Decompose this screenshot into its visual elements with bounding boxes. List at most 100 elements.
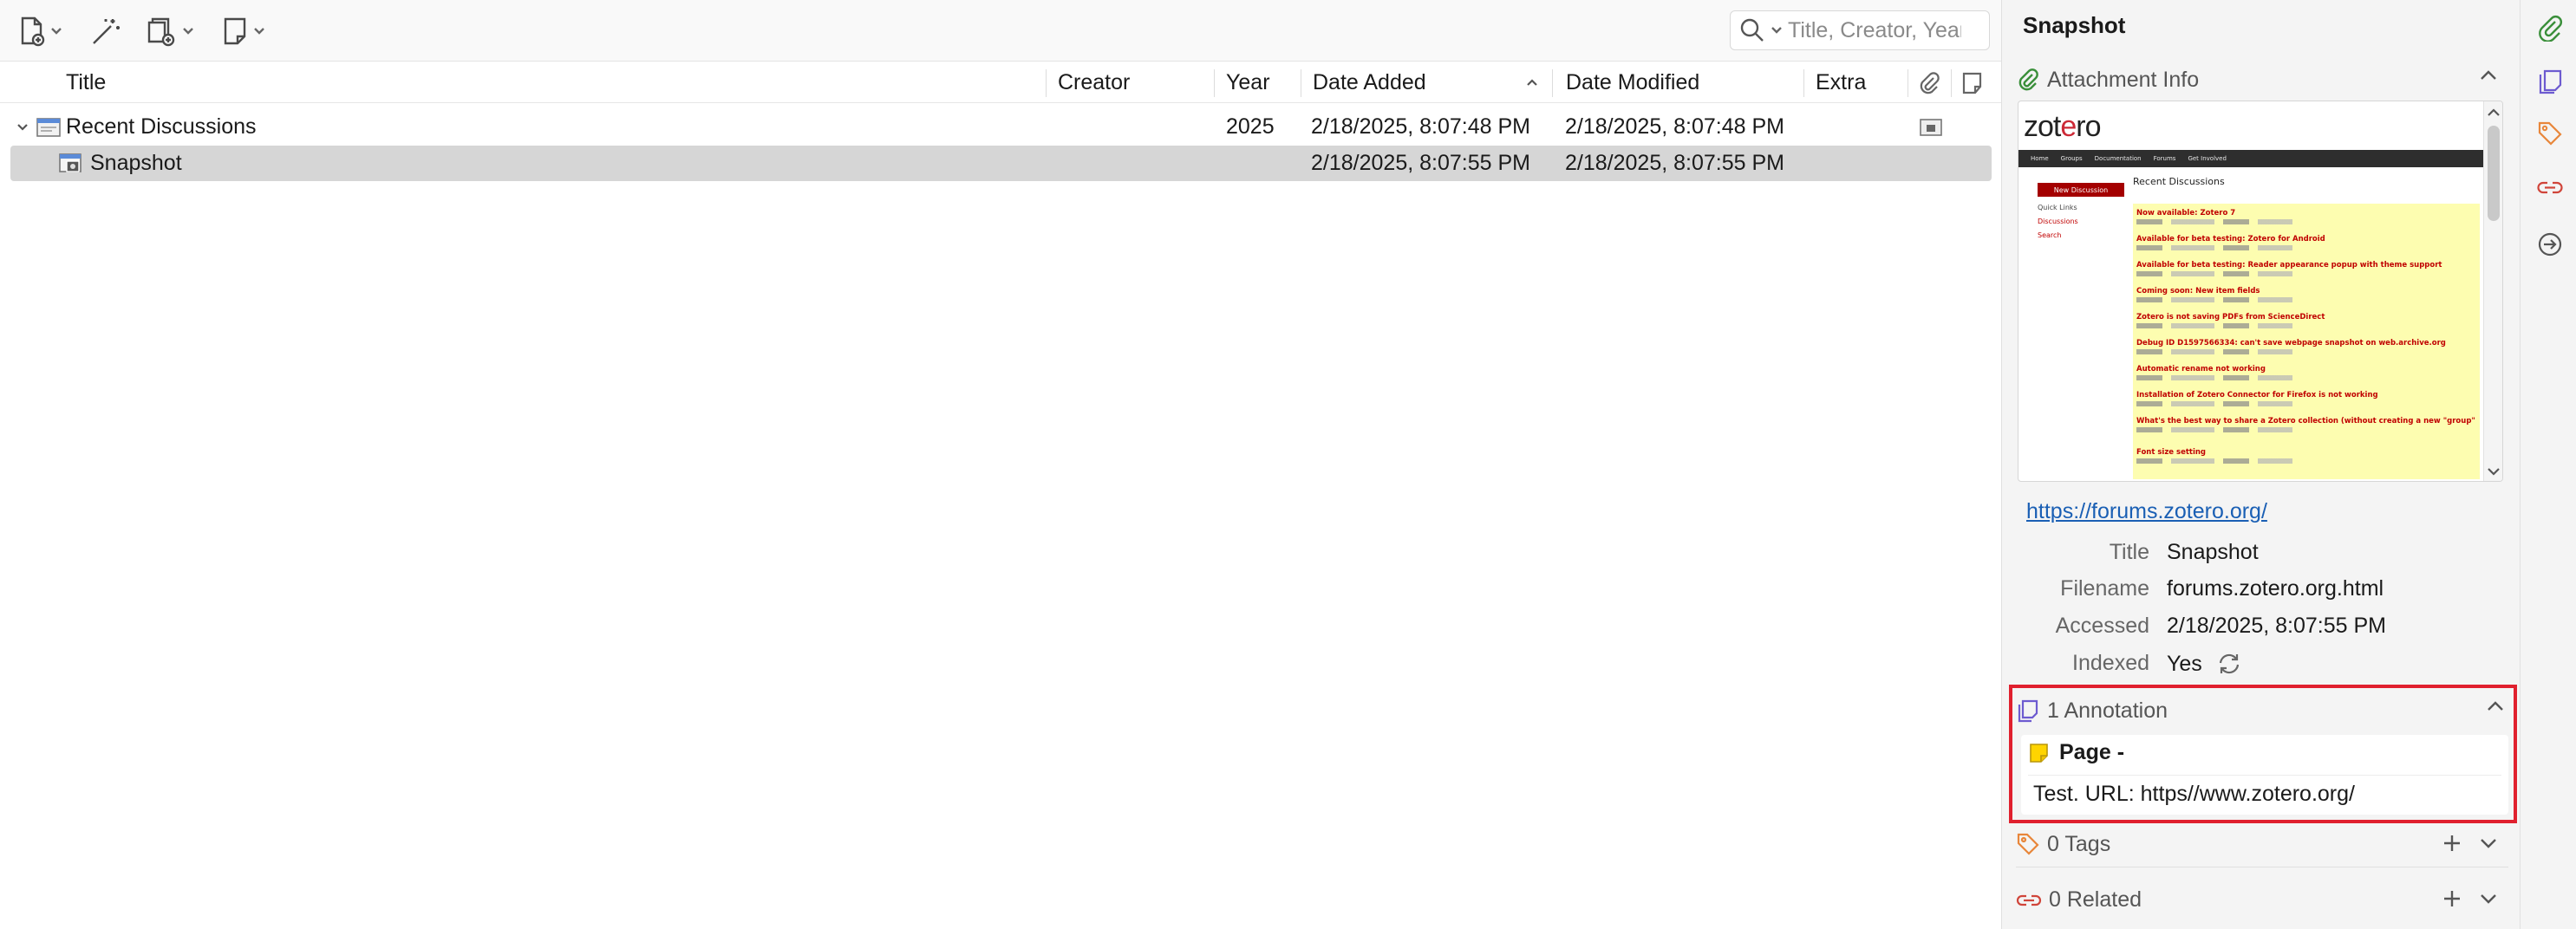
section-title: 1 Annotation <box>2047 698 2168 723</box>
annotation-card[interactable]: Page - Test. URL: https//www.zotero.org/ <box>2021 735 2508 815</box>
sort-ascending-icon <box>1527 79 1537 86</box>
column-header-extra[interactable]: Extra <box>1816 62 1866 103</box>
related-icon <box>2016 894 2042 906</box>
attachment-add-icon <box>147 17 175 47</box>
table-row[interactable]: Recent Discussions 2025 2/18/2025, 8:07:… <box>10 109 1992 145</box>
column-header-title[interactable]: Title <box>66 62 106 103</box>
zotero-logo: zotero <box>2024 110 2102 143</box>
add-attachment-button[interactable] <box>146 12 194 50</box>
column-header-date-modified[interactable]: Date Modified <box>1566 62 1699 103</box>
table-row[interactable]: Snapshot 2/18/2025, 8:07:55 PM 2/18/2025… <box>10 146 1992 181</box>
field-row-filename: Filename forums.zotero.org.html <box>2002 576 2505 609</box>
search-icon <box>1740 18 1764 42</box>
note-icon <box>224 17 246 45</box>
add-related-icon[interactable] <box>2442 889 2462 908</box>
scrollbar-thumb[interactable] <box>2488 126 2500 221</box>
chevron-down-icon <box>50 27 62 36</box>
chevron-down-icon[interactable] <box>2479 837 2498 849</box>
related-header[interactable]: 0 Related <box>2016 882 2508 917</box>
section-title: 0 Tags <box>2047 831 2111 856</box>
search-box[interactable] <box>1730 10 1990 50</box>
column-resizer[interactable] <box>1951 69 1952 97</box>
preview-nav: Home Groups Documentation Forums Get Inv… <box>2018 150 2483 167</box>
chevron-down-icon <box>253 27 265 36</box>
paperclip-icon <box>2018 68 2038 91</box>
column-resizer[interactable] <box>1214 69 1215 97</box>
magic-wand-icon <box>93 19 120 44</box>
tags-header[interactable]: 0 Tags <box>2016 827 2508 861</box>
column-resizer[interactable] <box>1552 69 1553 97</box>
field-value-filename[interactable]: forums.zotero.org.html <box>2167 576 2384 601</box>
snapshot-attachment-icon[interactable] <box>1920 109 1942 145</box>
field-value-title[interactable]: Snapshot <box>2167 540 2259 565</box>
paperclip-icon <box>1920 71 1940 94</box>
twisty-expanded-icon[interactable] <box>16 109 29 145</box>
preview-new-discussion: New Discussion <box>2038 183 2124 197</box>
field-row-title: Title Snapshot <box>2002 540 2505 573</box>
chevron-down-icon[interactable] <box>2479 893 2498 905</box>
locate-nav-icon[interactable] <box>2536 231 2564 258</box>
field-row-accessed: Accessed 2/18/2025, 8:07:55 PM <box>2002 614 2505 646</box>
column-header-date-added[interactable]: Date Added <box>1313 62 1545 103</box>
column-header-notes[interactable] <box>1961 62 1984 103</box>
snapshot-preview[interactable]: zotero Home Groups Documentation Forums … <box>2018 101 2503 482</box>
field-label: Filename <box>2060 576 2149 601</box>
webpage-item-icon <box>36 109 61 145</box>
annotations-nav-icon[interactable] <box>2536 68 2564 95</box>
item-date-modified: 2/18/2025, 8:07:55 PM <box>1565 151 1784 175</box>
annotation-icon <box>2018 699 2038 723</box>
column-header-creator[interactable]: Creator <box>1058 62 1130 103</box>
toolbar <box>0 0 2001 62</box>
scroll-up-icon[interactable] <box>2485 107 2502 119</box>
column-resizer[interactable] <box>1046 69 1047 97</box>
field-label: Title <box>2109 540 2149 564</box>
side-nav <box>2520 0 2576 929</box>
tags-nav-icon[interactable] <box>2536 120 2564 147</box>
section-title: 0 Related <box>2049 887 2142 912</box>
annotations-header[interactable]: 1 Annotation <box>2016 693 2512 728</box>
chevron-up-icon[interactable] <box>2486 700 2505 712</box>
attachment-info-nav-icon[interactable] <box>2536 14 2564 42</box>
related-nav-icon[interactable] <box>2536 173 2564 201</box>
pane-title: Snapshot <box>2023 12 2126 38</box>
new-item-button[interactable] <box>17 12 62 50</box>
item-year: 2025 <box>1226 114 1275 139</box>
annotation-text: Test. URL: https//www.zotero.org/ <box>2033 782 2355 806</box>
annotation-page: Page - <box>2059 740 2125 764</box>
preview-heading: Recent Discussions <box>2133 176 2225 187</box>
preview-scrollbar[interactable] <box>2483 101 2502 481</box>
field-label: Indexed <box>2072 651 2149 675</box>
scroll-down-icon[interactable] <box>2485 465 2502 477</box>
section-title: Attachment Info <box>2047 67 2200 92</box>
snapshot-icon <box>59 146 83 181</box>
new-note-button[interactable] <box>222 12 265 50</box>
item-date-added: 2/18/2025, 8:07:55 PM <box>1311 151 1530 175</box>
preview-discussion-list: Now available: Zotero 7 Available for be… <box>2133 204 2480 479</box>
add-tag-icon[interactable] <box>2442 834 2462 853</box>
attachment-url-link[interactable]: https://forums.zotero.org/ <box>2026 499 2267 524</box>
notes-column-icon <box>1962 72 1982 94</box>
item-pane: Snapshot Attachment Info zotero Home Gro… <box>2001 0 2520 929</box>
reindex-icon[interactable] <box>2216 651 2242 677</box>
column-header-year[interactable]: Year <box>1226 62 1270 103</box>
chevron-up-icon[interactable] <box>2479 69 2498 81</box>
column-header-attachments[interactable] <box>1918 62 1940 103</box>
attachment-info-header[interactable]: Attachment Info <box>2016 62 2508 97</box>
search-input[interactable] <box>1788 17 1961 43</box>
annotations-section: 1 Annotation Page - Test. URL: https//ww… <box>2009 685 2517 823</box>
field-value-indexed: Yes <box>2167 651 2242 677</box>
chevron-down-icon <box>182 27 194 36</box>
field-value-accessed: 2/18/2025, 8:07:55 PM <box>2167 614 2386 638</box>
note-annotation-icon <box>2030 743 2048 763</box>
new-item-icon <box>21 16 45 47</box>
add-by-identifier-button[interactable] <box>90 12 123 50</box>
chevron-down-icon[interactable] <box>1771 26 1783 35</box>
item-date-added: 2/18/2025, 8:07:48 PM <box>1311 114 1530 139</box>
items-pane: Title Creator Year Date Added Date Modif… <box>0 0 2001 929</box>
item-title: Recent Discussions <box>66 114 257 139</box>
annotation-header: Page - <box>2028 740 2124 765</box>
tag-icon <box>2017 833 2039 855</box>
item-title: Snapshot <box>90 151 182 175</box>
item-date-modified: 2/18/2025, 8:07:48 PM <box>1565 114 1784 139</box>
column-resizer[interactable] <box>1803 69 1804 97</box>
